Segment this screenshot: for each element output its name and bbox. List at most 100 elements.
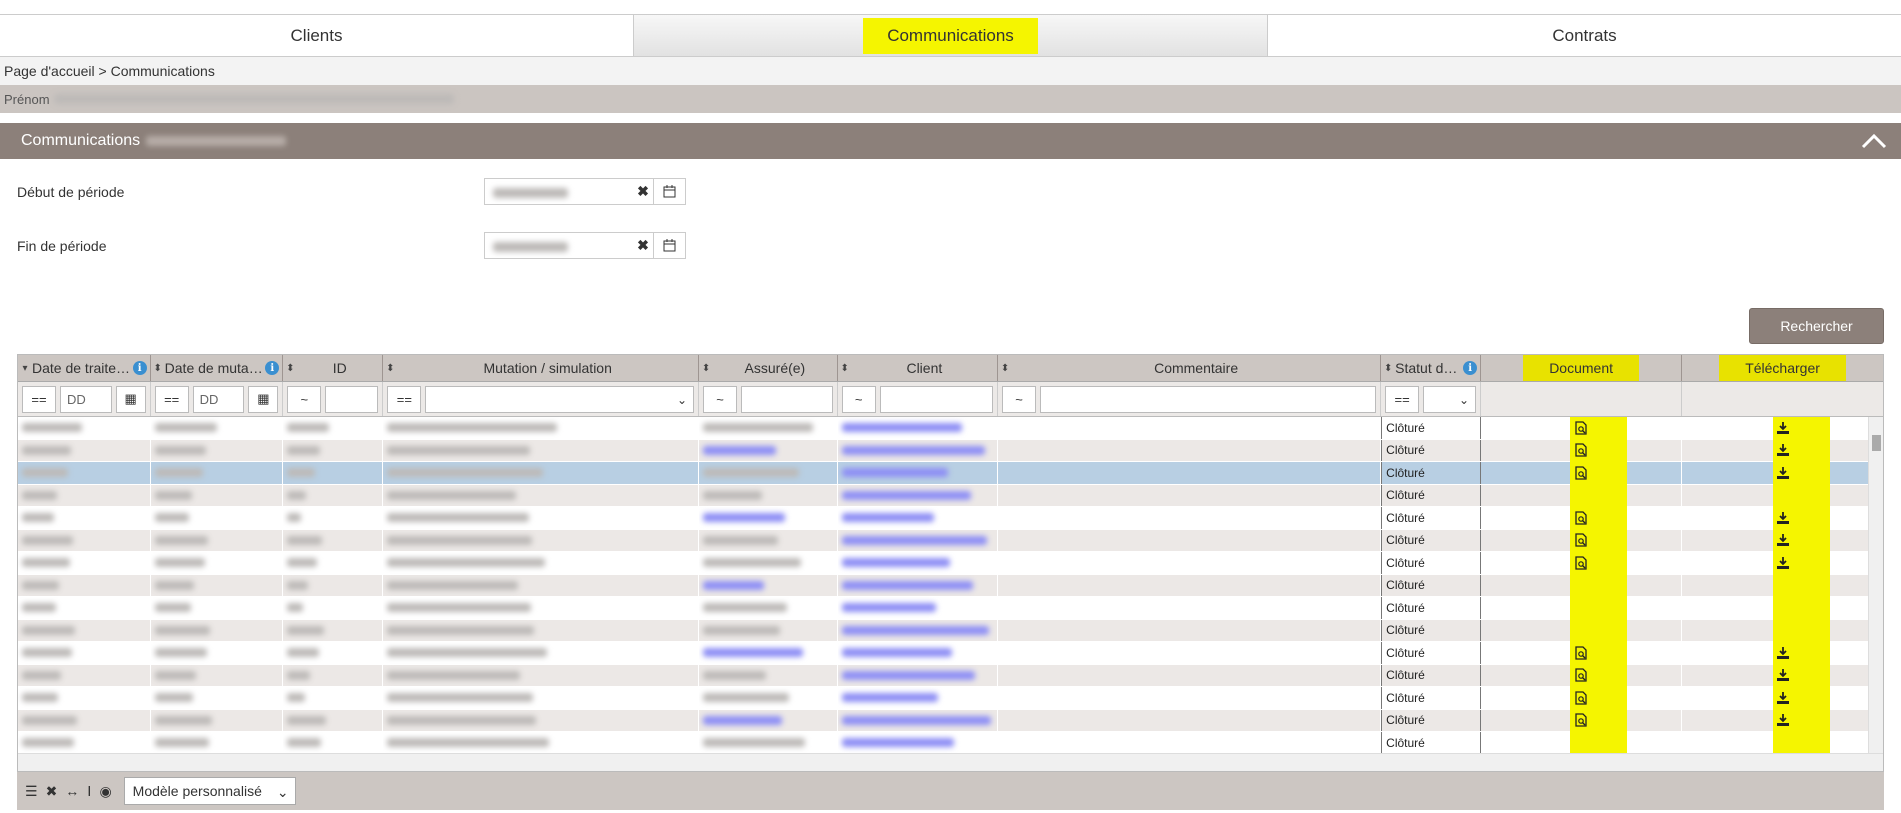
redacted-cell — [838, 709, 999, 731]
info-icon[interactable]: i — [132, 361, 147, 375]
info-icon[interactable]: i — [265, 361, 280, 375]
comment-cell — [998, 417, 1382, 439]
redacted-cell — [18, 439, 151, 461]
tab-contrats[interactable]: Contrats — [1268, 15, 1901, 56]
calendar-icon[interactable]: ▦ — [115, 385, 146, 413]
text-icon[interactable]: Ⅰ — [87, 783, 91, 800]
download-icon[interactable] — [1776, 646, 1790, 660]
redacted-cell — [838, 529, 999, 551]
col-header-mutation[interactable]: ⬍ Mutation / simulation — [383, 355, 700, 381]
list-icon[interactable]: ☰ — [25, 783, 38, 800]
col-header-statut[interactable]: ⬍ Statut de… i — [1381, 355, 1482, 381]
start-date-calendar-icon[interactable] — [653, 179, 685, 204]
comment-cell — [998, 619, 1382, 641]
redacted-cell — [18, 664, 151, 686]
start-date-label: Début de période — [17, 184, 125, 200]
redacted-cell — [18, 574, 151, 596]
document-preview-icon[interactable] — [1574, 421, 1588, 435]
id-filter-operator[interactable]: ~ — [287, 385, 322, 413]
comment-cell — [998, 732, 1382, 754]
redacted-cell — [838, 664, 999, 686]
breadcrumb-text: Page d'accueil > Communications — [4, 63, 215, 79]
date-mutation-filter-input[interactable]: DD — [192, 385, 245, 413]
tab-clients[interactable]: Clients — [0, 15, 634, 56]
redacted-cell — [838, 597, 999, 619]
document-preview-icon[interactable] — [1574, 511, 1588, 525]
redacted-cell — [283, 687, 384, 709]
document-preview-icon[interactable] — [1574, 466, 1588, 480]
download-icon[interactable] — [1776, 421, 1790, 435]
assure-filter-input[interactable] — [741, 385, 833, 413]
mutation-filter-select[interactable]: ⌄ — [425, 385, 695, 413]
document-preview-icon[interactable] — [1574, 691, 1588, 705]
download-icon[interactable] — [1776, 533, 1790, 547]
visibility-eye-icon[interactable]: ◉ — [99, 783, 111, 800]
grid-horizontal-scrollbar[interactable] — [18, 753, 1883, 771]
grid-vertical-scrollbar[interactable] — [1868, 417, 1883, 755]
comment-cell — [998, 484, 1382, 506]
redacted-cell — [151, 507, 284, 529]
resize-columns-icon[interactable]: ↔ — [65, 783, 79, 799]
col-header-date-traitement[interactable]: ▾ Date de traite… i — [18, 355, 151, 381]
redacted-cell — [699, 529, 838, 551]
end-date-input[interactable]: ✖ — [484, 232, 686, 259]
redacted-cell — [838, 619, 999, 641]
document-preview-icon[interactable] — [1574, 556, 1588, 570]
grid-body: Clôturé Clôturé Clôturé Clôturé Clôturé Clôtu… — [18, 417, 1883, 755]
end-date-calendar-icon[interactable] — [653, 233, 685, 258]
redacted-cell — [18, 732, 151, 754]
download-icon[interactable] — [1776, 443, 1790, 457]
statut-cell: Clôturé — [1381, 619, 1482, 641]
statut-filter-operator[interactable]: == — [1385, 385, 1420, 413]
download-icon[interactable] — [1776, 556, 1790, 570]
redacted-cell — [699, 462, 838, 484]
col-header-id[interactable]: ⬍ ID — [283, 355, 384, 381]
col-header-assure[interactable]: ⬍ Assuré(e) — [699, 355, 838, 381]
client-info-bar: Prénom — [0, 85, 1901, 113]
tab-communications[interactable]: Communications — [634, 15, 1268, 56]
document-preview-icon[interactable] — [1574, 443, 1588, 457]
download-icon[interactable] — [1776, 691, 1790, 705]
download-icon[interactable] — [1776, 668, 1790, 682]
search-button[interactable]: Rechercher — [1749, 308, 1884, 344]
redacted-cell — [283, 529, 384, 551]
client-filter-input[interactable] — [879, 385, 994, 413]
date-mutation-filter-operator[interactable]: == — [154, 385, 189, 413]
date-traitement-filter-input[interactable]: DD — [60, 385, 112, 413]
info-icon[interactable]: i — [1463, 361, 1478, 375]
comment-cell — [998, 462, 1382, 484]
calendar-icon[interactable]: ▦ — [248, 385, 279, 413]
document-preview-icon[interactable] — [1574, 713, 1588, 727]
client-filter-operator[interactable]: ~ — [841, 385, 876, 413]
clear-end-date-icon[interactable]: ✖ — [633, 237, 653, 254]
id-filter-input[interactable] — [325, 385, 379, 413]
comment-filter-input[interactable] — [1040, 385, 1377, 413]
close-icon[interactable]: ✖ — [46, 783, 58, 800]
document-preview-icon[interactable] — [1574, 668, 1588, 682]
col-header-date-mutation[interactable]: ⬍ Date de muta… i — [151, 355, 284, 381]
download-icon[interactable] — [1776, 466, 1790, 480]
start-date-input[interactable]: ✖ — [484, 178, 686, 205]
document-preview-icon[interactable] — [1574, 533, 1588, 547]
redacted-cell — [283, 597, 384, 619]
date-traitement-filter-operator[interactable]: == — [22, 385, 56, 413]
model-select[interactable]: Modèle personnalisé ⌄ — [123, 777, 296, 805]
document-preview-icon[interactable] — [1574, 646, 1588, 660]
col-header-commentaire[interactable]: ⬍ Commentaire — [998, 355, 1382, 381]
clear-start-date-icon[interactable]: ✖ — [633, 183, 653, 200]
redacted-cell — [18, 484, 151, 506]
communications-section-header[interactable]: Communications — [0, 123, 1901, 159]
redacted-cell — [18, 687, 151, 709]
comment-filter-operator[interactable]: ~ — [1002, 385, 1037, 413]
statut-filter-select[interactable]: ⌄ — [1423, 385, 1477, 413]
redacted-cell — [699, 732, 838, 754]
mutation-filter-operator[interactable]: == — [387, 385, 422, 413]
download-icon[interactable] — [1776, 511, 1790, 525]
redacted-cell — [151, 664, 284, 686]
collapse-chevron-icon[interactable] — [1861, 131, 1887, 151]
redacted-cell — [151, 732, 284, 754]
col-header-client[interactable]: ⬍ Client — [838, 355, 999, 381]
top-strip — [0, 0, 1901, 15]
download-icon[interactable] — [1776, 713, 1790, 727]
assure-filter-operator[interactable]: ~ — [703, 385, 738, 413]
